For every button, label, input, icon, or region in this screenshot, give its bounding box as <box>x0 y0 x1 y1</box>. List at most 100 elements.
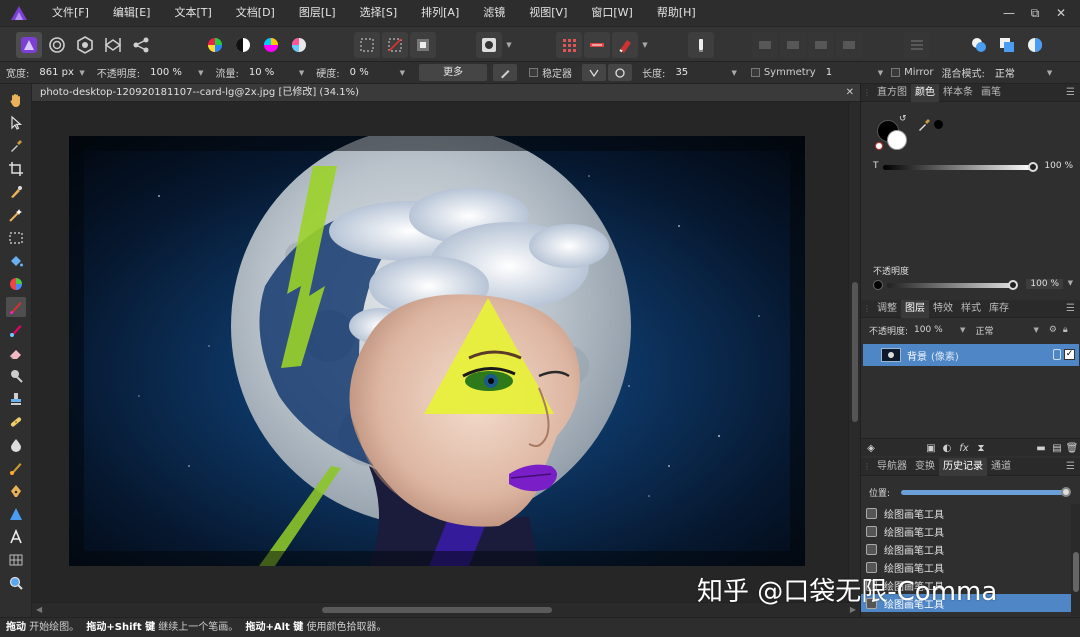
brush-settings-button[interactable] <box>493 64 518 81</box>
dodge-brush-tool[interactable] <box>6 366 26 386</box>
rope-mode-button[interactable] <box>582 64 607 81</box>
erase-brush-tool[interactable] <box>6 343 26 363</box>
trash-icon[interactable]: 🗑︎ <box>1066 442 1079 454</box>
arrange-front-button[interactable] <box>836 32 862 58</box>
tab-adjustments[interactable]: 调整 <box>873 300 901 318</box>
close-document-icon[interactable]: ✕ <box>846 84 854 102</box>
move-tool[interactable] <box>6 113 26 133</box>
document-tab[interactable]: photo-desktop-120920181107--card-lg@2x.j… <box>32 84 860 102</box>
marquee-tool[interactable] <box>6 228 26 248</box>
pen-tool[interactable] <box>6 481 26 501</box>
horizontal-scroll-thumb[interactable] <box>322 607 552 613</box>
tab-effects[interactable]: 特效 <box>929 300 957 318</box>
symmetry-checkbox[interactable] <box>750 68 760 77</box>
panel-grip-icon[interactable]: ⋮ <box>861 458 873 476</box>
hardness-field[interactable]: 0 % <box>350 67 386 78</box>
tab-swatches[interactable]: 样本条 <box>939 84 977 102</box>
color-opacity-dropdown-icon[interactable]: ▼ <box>1068 279 1073 287</box>
menu-text[interactable]: 文本[T] <box>162 0 223 26</box>
flood-fill-tool[interactable] <box>6 251 26 271</box>
snapping-button[interactable] <box>556 32 582 58</box>
tab-channels[interactable]: 通道 <box>987 458 1015 476</box>
zoom-tool[interactable] <box>6 573 26 593</box>
layer-blend-field[interactable]: 正常 <box>975 324 1033 337</box>
export-persona-button[interactable] <box>128 32 154 58</box>
vertical-scrollbar[interactable] <box>848 102 860 602</box>
color-opacity-knob[interactable] <box>1008 280 1018 290</box>
mask-icon[interactable]: ▣ <box>925 442 937 454</box>
history-scrollbar[interactable] <box>1071 504 1080 616</box>
color-picker-tool[interactable] <box>6 136 26 156</box>
color-opacity-track[interactable] <box>887 283 1013 288</box>
subtract-button[interactable] <box>994 32 1020 58</box>
menu-document[interactable]: 文档[D] <box>224 0 287 26</box>
tab-histogram[interactable]: 直方图 <box>873 84 911 102</box>
panel-menu-icon[interactable]: ☰ <box>1066 84 1075 102</box>
folder-icon[interactable]: ▬ <box>1035 442 1047 454</box>
panel-grip-icon[interactable]: ⋮ <box>861 84 873 102</box>
magnet-button[interactable] <box>612 32 638 58</box>
history-item[interactable]: 绘图画笔工具 <box>861 504 1071 522</box>
auto-colors-button[interactable] <box>258 32 284 58</box>
menu-view[interactable]: 视图[V] <box>517 0 579 26</box>
mesh-warp-tool[interactable] <box>6 550 26 570</box>
history-scroll-thumb[interactable] <box>1073 552 1079 592</box>
window-mode-button[interactable] <box>608 64 633 81</box>
selection-brush-tool[interactable] <box>6 182 26 202</box>
smudge-brush-tool[interactable] <box>6 435 26 455</box>
tab-history[interactable]: 历史记录 <box>939 457 987 476</box>
flow-field[interactable]: 10 % <box>249 67 285 78</box>
layer-row[interactable]: 背景 (像素) ✓ <box>863 344 1079 366</box>
panel-grip-icon[interactable]: ⋮ <box>861 300 873 318</box>
flow-dropdown-icon[interactable]: ▼ <box>299 69 304 77</box>
tint-value[interactable]: 100 % <box>1044 161 1073 171</box>
gradient-tool[interactable] <box>6 274 26 294</box>
blend-mode-field[interactable]: 正常 <box>995 65 1039 80</box>
minimize-button[interactable]: — <box>996 0 1022 26</box>
selection-marquee-button[interactable] <box>354 32 380 58</box>
color-opacity-slider[interactable]: 100 % ▼ <box>873 279 1073 291</box>
length-dropdown-icon[interactable]: ▼ <box>731 69 736 77</box>
menu-file[interactable]: 文件[F] <box>40 0 101 26</box>
panel-menu-icon[interactable]: ☰ <box>1066 300 1075 318</box>
flood-select-tool[interactable] <box>6 205 26 225</box>
quick-mask-dropdown-icon[interactable]: ▼ <box>504 32 514 58</box>
layer-opacity-dropdown-icon[interactable]: ▼ <box>960 326 965 334</box>
menu-layer[interactable]: 图层[L] <box>287 0 348 26</box>
tab-navigator[interactable]: 导航器 <box>873 458 911 476</box>
menu-help[interactable]: 帮助[H] <box>645 0 708 26</box>
vertical-scroll-thumb[interactable] <box>852 282 858 422</box>
tab-stock[interactable]: 库存 <box>985 300 1013 318</box>
tab-color[interactable]: 颜色 <box>911 83 939 102</box>
shape-tool[interactable] <box>6 504 26 524</box>
clone-brush-tool[interactable] <box>6 389 26 409</box>
picked-color-swatch[interactable] <box>934 120 943 129</box>
menu-filters[interactable]: 滤镜 <box>471 0 517 26</box>
intersect-button[interactable] <box>1022 32 1048 58</box>
history-item[interactable]: 绘图画笔工具 <box>861 540 1071 558</box>
add-button[interactable] <box>966 32 992 58</box>
history-item[interactable]: 绘图画笔工具 <box>861 522 1071 540</box>
photo-persona-button[interactable] <box>16 32 42 58</box>
layer-visibility-checkbox[interactable]: ✓ <box>1064 349 1075 360</box>
swap-colors-icon[interactable]: ↺ <box>899 114 907 124</box>
background-erase-tool[interactable] <box>6 458 26 478</box>
length-field[interactable]: 35 <box>675 67 719 78</box>
assistant-button[interactable] <box>688 32 714 58</box>
layer-opacity-field[interactable]: 100 % <box>914 325 960 335</box>
force-pixel-button[interactable] <box>584 32 610 58</box>
width-dropdown-icon[interactable]: ▼ <box>79 69 84 77</box>
blend-mode-dropdown-icon[interactable]: ▼ <box>1047 69 1052 77</box>
auto-levels-button[interactable] <box>202 32 228 58</box>
tint-slider[interactable]: T 100 % <box>873 161 1073 173</box>
auto-contrast-button[interactable] <box>230 32 256 58</box>
arrange-backward-button[interactable] <box>780 32 806 58</box>
tab-brushes[interactable]: 画笔 <box>977 84 1005 102</box>
invert-selection-button[interactable] <box>410 32 436 58</box>
menu-edit[interactable]: 编辑[E] <box>101 0 163 26</box>
menu-window[interactable]: 窗口[W] <box>579 0 644 26</box>
opacity-field[interactable]: 100 % <box>150 67 186 78</box>
mirror-checkbox[interactable] <box>891 68 901 77</box>
layer-settings-icon[interactable]: ⚙ <box>1049 325 1057 335</box>
close-button[interactable]: ✕ <box>1048 0 1074 26</box>
